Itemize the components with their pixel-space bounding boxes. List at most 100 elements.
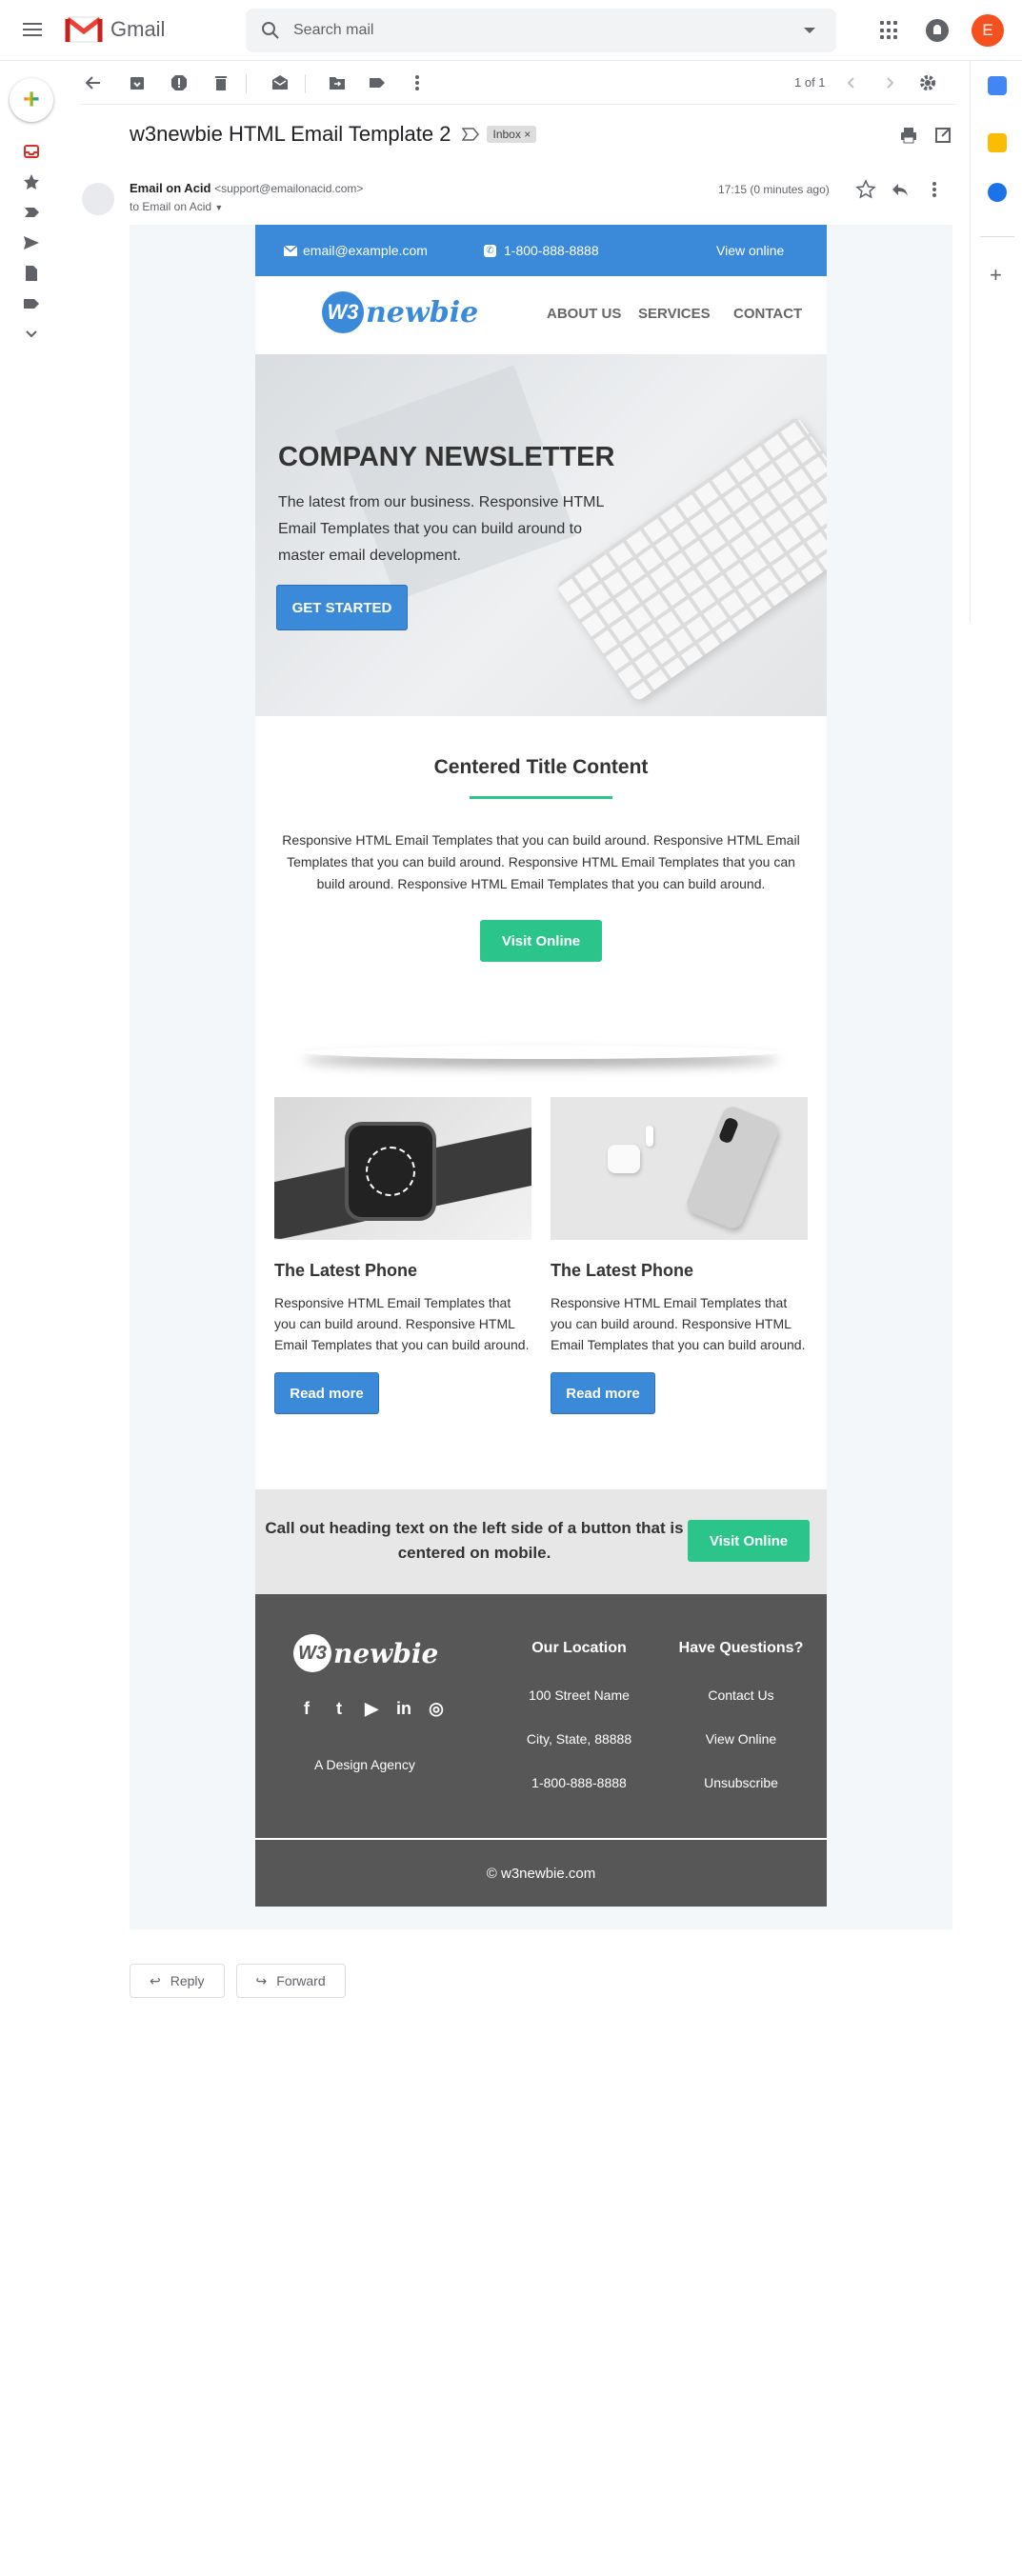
compose-button[interactable]: + — [10, 78, 53, 122]
message-toolbar: 1 of 1 — [80, 63, 956, 105]
phone-airpods-image — [551, 1097, 808, 1240]
subject-row: w3newbie HTML Email Template 2 Inbox × — [130, 122, 537, 147]
delete-icon[interactable] — [211, 73, 230, 92]
reply-arrow-icon: ↩ — [150, 1972, 161, 1988]
callout-section: Call out heading text on the left side o… — [255, 1489, 827, 1594]
archive-icon[interactable] — [128, 73, 147, 92]
twitter-icon[interactable]: t — [330, 1699, 349, 1719]
move-to-icon[interactable] — [328, 73, 347, 92]
sent-icon[interactable] — [23, 234, 40, 251]
email-subject: w3newbie HTML Email Template 2 — [130, 122, 451, 146]
settings-gear-icon[interactable] — [918, 73, 937, 92]
youtube-icon[interactable]: ▶ — [362, 1699, 381, 1719]
questions-title: Have Questions? — [678, 1640, 804, 1656]
copyright-bar: © w3newbie.com — [255, 1838, 827, 1907]
side-panel: + — [970, 61, 1022, 623]
star-icon[interactable] — [855, 179, 876, 200]
unsubscribe-link[interactable]: Unsubscribe — [674, 1775, 808, 1790]
footer-logo[interactable]: W3 newbie — [293, 1634, 438, 1672]
contact-email: email@example.com — [303, 243, 428, 258]
more-options-icon[interactable] — [924, 179, 945, 200]
instagram-icon[interactable]: ◎ — [427, 1699, 446, 1719]
reply-icon[interactable] — [890, 179, 911, 200]
sender-row: Email on Acid <support@emailonacid.com> … — [82, 179, 958, 217]
sender-avatar[interactable] — [82, 183, 114, 215]
nav-about-us[interactable]: ABOUT US — [547, 306, 621, 322]
recipients-text: to Email on Acid — [130, 200, 212, 213]
read-more-button[interactable]: Read more — [274, 1372, 379, 1414]
account-avatar[interactable]: E — [972, 14, 1004, 47]
more-vert-icon[interactable] — [408, 73, 427, 92]
open-in-new-window-icon[interactable] — [933, 126, 952, 145]
notifications-icon[interactable] — [926, 19, 949, 42]
facebook-icon[interactable]: f — [297, 1699, 316, 1719]
back-arrow-icon[interactable] — [84, 73, 103, 92]
gmail-logo[interactable]: Gmail — [65, 15, 165, 44]
google-apps-icon[interactable] — [880, 21, 899, 40]
view-online-footer-link[interactable]: View Online — [674, 1731, 808, 1747]
important-icon[interactable] — [23, 204, 40, 221]
show-details-chevron-icon[interactable]: ▼ — [214, 203, 223, 212]
search-input[interactable] — [293, 22, 789, 39]
location-column: Our Location 100 Street Name City, State… — [512, 1640, 646, 1819]
reply-button[interactable]: ↩ Reply — [130, 1964, 225, 1998]
nav-contact[interactable]: CONTACT — [733, 306, 802, 322]
importance-marker-icon[interactable] — [462, 128, 480, 141]
phone-icon: ✆ — [484, 244, 496, 257]
watch-image — [274, 1097, 531, 1240]
newer-chevron-icon[interactable] — [842, 73, 861, 92]
calendar-icon[interactable] — [988, 76, 1007, 95]
email-contact[interactable]: email@example.com — [284, 243, 428, 258]
social-links: f t ▶ in ◎ — [297, 1699, 446, 1719]
email-header: W3 newbie ABOUT US SERVICES CONTACT — [255, 276, 827, 354]
two-column-section: The Latest Phone Responsive HTML Email T… — [255, 1059, 827, 1489]
callout-visit-online-button[interactable]: Visit Online — [688, 1520, 810, 1562]
sender-email: <support@emailonacid.com> — [214, 182, 364, 195]
view-online-link[interactable]: View online — [716, 243, 784, 258]
starred-icon[interactable] — [23, 173, 40, 190]
search-options-icon[interactable] — [804, 28, 815, 33]
print-icon[interactable] — [899, 126, 918, 145]
forward-button[interactable]: ↪ Forward — [235, 1964, 346, 1998]
contact-us-link[interactable]: Contact Us — [674, 1687, 808, 1703]
hero-title: COMPANY NEWSLETTER — [278, 442, 615, 472]
gmail-header: Gmail E — [0, 0, 1022, 61]
column-title: The Latest Phone — [551, 1261, 694, 1280]
title-underline — [470, 796, 612, 799]
section-shadow-divider — [303, 1046, 779, 1059]
remove-label-icon[interactable]: × — [524, 128, 531, 141]
recipients-line[interactable]: to Email on Acid ▼ — [130, 200, 223, 213]
more-chevron-icon[interactable] — [23, 326, 40, 343]
report-spam-icon[interactable] — [170, 73, 189, 92]
main-menu-icon[interactable] — [21, 19, 44, 42]
keep-icon[interactable] — [988, 133, 1007, 152]
reply-label: Reply — [170, 1973, 205, 1988]
visit-online-button[interactable]: Visit Online — [480, 920, 602, 962]
read-more-button[interactable]: Read more — [551, 1372, 655, 1414]
search-icon[interactable] — [261, 21, 280, 40]
inbox-icon[interactable] — [23, 143, 40, 160]
hero-text: The latest from our business. Responsive… — [278, 494, 604, 564]
footer-logo-badge: W3 — [293, 1634, 331, 1672]
label-icon[interactable] — [23, 295, 40, 312]
column-title: The Latest Phone — [274, 1261, 418, 1280]
forward-label: Forward — [276, 1973, 326, 1988]
hero-section: COMPANY NEWSLETTER The latest from our b… — [255, 354, 827, 716]
linkedin-icon[interactable]: in — [394, 1699, 413, 1719]
drafts-icon[interactable] — [23, 265, 40, 282]
get-started-button[interactable]: GET STARTED — [276, 585, 408, 630]
tasks-icon[interactable] — [988, 183, 1007, 202]
w3newbie-logo[interactable]: W3 newbie — [322, 291, 478, 333]
city-line: City, State, 88888 — [526, 1731, 632, 1747]
phone-contact[interactable]: ✆ 1-800-888-8888 — [484, 243, 599, 258]
inbox-label-chip[interactable]: Inbox × — [487, 126, 537, 143]
copyright-text[interactable]: © w3newbie.com — [487, 1866, 595, 1882]
labels-icon[interactable] — [368, 73, 387, 92]
sender-name[interactable]: Email on Acid — [130, 181, 210, 195]
contact-phone: 1-800-888-8888 — [504, 243, 599, 258]
mark-unread-icon[interactable] — [271, 73, 290, 92]
column-text: Responsive HTML Email Templates that you… — [274, 1295, 530, 1352]
older-chevron-icon[interactable] — [880, 73, 899, 92]
nav-services[interactable]: SERVICES — [638, 306, 711, 322]
add-addon-icon[interactable]: + — [990, 263, 1002, 288]
